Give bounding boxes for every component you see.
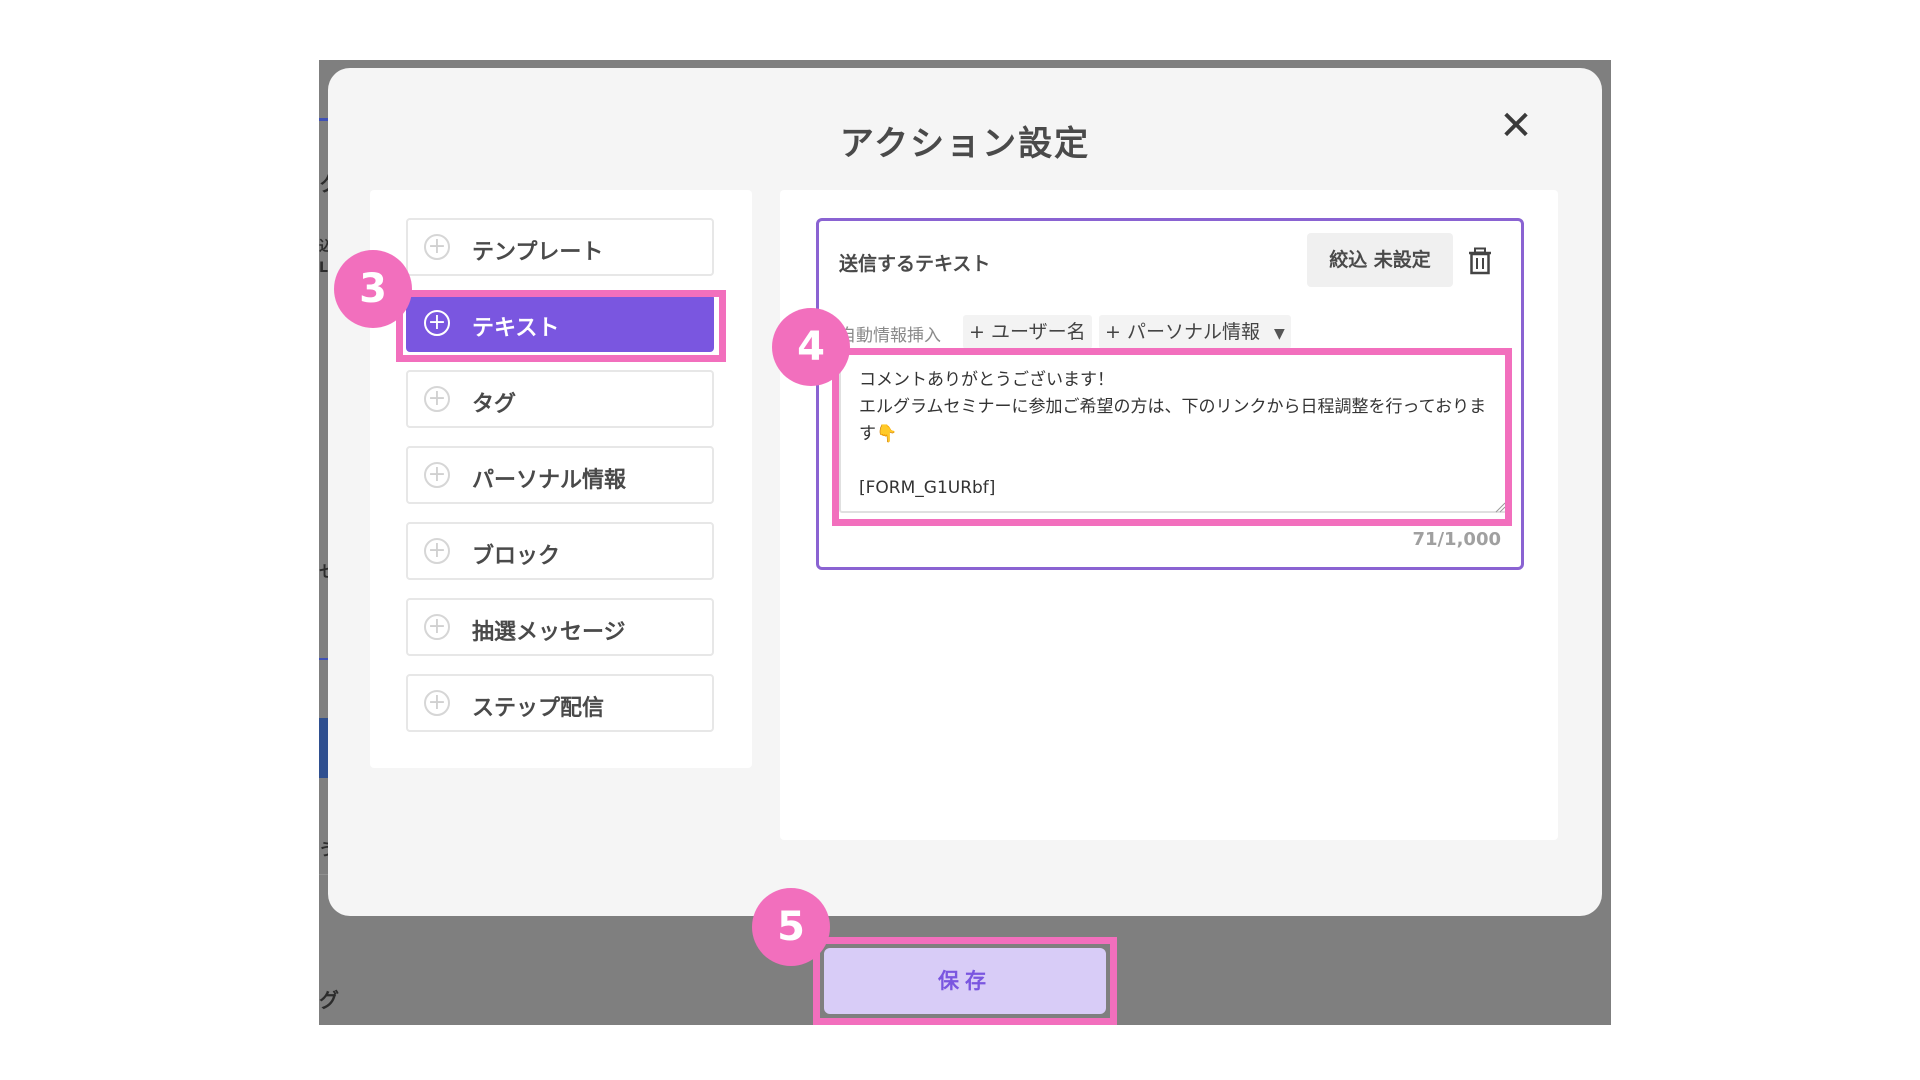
resize-handle-icon[interactable] bbox=[1494, 501, 1506, 513]
action-type-list: + テンプレート + テキスト + タグ + パーソナル情報 + ブロック + … bbox=[370, 190, 752, 768]
trash-icon[interactable] bbox=[1467, 247, 1493, 275]
plus-circle-icon: + bbox=[424, 690, 450, 716]
action-item-template[interactable]: + テンプレート bbox=[406, 218, 714, 276]
step-badge-4: 4 bbox=[772, 308, 850, 386]
action-item-label: ブロック bbox=[472, 544, 561, 569]
chip-label: + ユーザー名 bbox=[969, 321, 1086, 343]
action-item-lottery-message[interactable]: + 抽選メッセージ bbox=[406, 598, 714, 656]
action-item-label: タグ bbox=[472, 392, 517, 417]
action-item-label: パーソナル情報 bbox=[472, 468, 627, 493]
action-item-label: テンプレート bbox=[472, 240, 604, 265]
save-button[interactable]: 保存 bbox=[824, 948, 1106, 1014]
action-item-tag[interactable]: + タグ bbox=[406, 370, 714, 428]
backdrop-text-fragment: グ bbox=[319, 988, 339, 1012]
plus-circle-icon: + bbox=[424, 538, 450, 564]
close-button[interactable]: ✕ bbox=[1494, 104, 1538, 148]
plus-circle-icon: + bbox=[424, 310, 450, 336]
plus-circle-icon: + bbox=[424, 462, 450, 488]
filter-button[interactable]: 絞込 未設定 bbox=[1307, 233, 1453, 287]
action-item-personal-info[interactable]: + パーソナル情報 bbox=[406, 446, 714, 504]
insert-user-name-button[interactable]: + ユーザー名 bbox=[963, 315, 1092, 349]
insert-personal-info-dropdown[interactable]: + パーソナル情報 ▼ bbox=[1099, 315, 1291, 349]
message-textarea[interactable]: コメントありがとうございます！ エルグラムセミナーに参加ご希望の方は、下のリンク… bbox=[839, 353, 1507, 513]
text-action-card: 送信するテキスト 絞込 未設定 自動情報挿入 + ユーザー名 + パーソナル情報… bbox=[816, 218, 1524, 570]
caret-down-icon: ▼ bbox=[1273, 326, 1285, 342]
step-badge-3: 3 bbox=[334, 250, 412, 328]
action-settings-modal: アクション設定 ✕ + テンプレート + テキスト + タグ + パーソナル情報… bbox=[328, 68, 1602, 916]
action-item-label: テキスト bbox=[472, 316, 560, 341]
card-title: 送信するテキスト bbox=[839, 253, 991, 275]
action-item-step-delivery[interactable]: + ステップ配信 bbox=[406, 674, 714, 732]
plus-circle-icon: + bbox=[424, 234, 450, 260]
modal-title: アクション設定 bbox=[839, 124, 1091, 164]
action-item-text[interactable]: + テキスト bbox=[406, 294, 714, 352]
step-badge-5: 5 bbox=[752, 888, 830, 966]
close-icon: ✕ bbox=[1499, 103, 1533, 149]
plus-circle-icon: + bbox=[424, 386, 450, 412]
char-counter: 71/1,000 bbox=[1412, 529, 1501, 550]
action-item-block[interactable]: + ブロック bbox=[406, 522, 714, 580]
backdrop-text-fragment: L bbox=[319, 260, 328, 276]
action-item-label: ステップ配信 bbox=[472, 696, 605, 721]
plus-circle-icon: + bbox=[424, 614, 450, 640]
action-detail-panel: 送信するテキスト 絞込 未設定 自動情報挿入 + ユーザー名 + パーソナル情報… bbox=[780, 190, 1558, 840]
auto-insert-label: 自動情報挿入 bbox=[839, 326, 941, 346]
action-item-label: 抽選メッセージ bbox=[472, 620, 626, 645]
chip-label: + パーソナル情報 bbox=[1105, 321, 1260, 343]
